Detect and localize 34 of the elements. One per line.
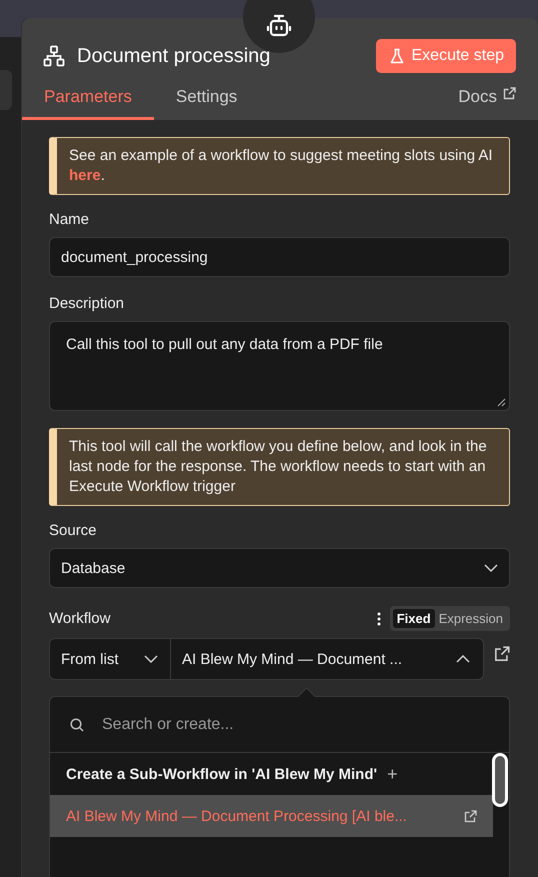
tab[interactable]: Parameters: [22, 83, 154, 120]
workflow-value: AI Blew My Mind — Document ...: [182, 650, 402, 668]
description-text: Call this tool to pull out any data from a PDF file: [66, 336, 383, 353]
chevron-down-icon: [144, 655, 158, 663]
field-label: Name: [49, 211, 90, 228]
field-label: Source: [49, 522, 98, 539]
mode-select-value: From list: [61, 650, 118, 668]
search-icon: [70, 718, 84, 732]
field-label: Workflow: [49, 610, 110, 627]
tab[interactable]: Settings: [154, 83, 260, 120]
external-link-icon: [503, 87, 516, 100]
example-link[interactable]: here: [69, 167, 101, 184]
hierarchy-icon: [43, 45, 65, 67]
chevron-down-icon: [484, 564, 498, 572]
field-label: Description: [49, 295, 126, 312]
external-link-icon[interactable]: [494, 646, 510, 662]
select-value: Database: [61, 560, 126, 576]
panel-title: Document processing: [77, 44, 270, 68]
scrollbar-thumb[interactable]: [492, 753, 508, 807]
description-text-area[interactable]: Call this tool to pull out any data from a PDF file: [49, 321, 510, 411]
mode-option[interactable]: Expression: [434, 609, 507, 628]
mode-option[interactable]: Fixed: [392, 609, 435, 628]
docs-link[interactable]: Docs: [458, 87, 516, 120]
create-sub-workflow-item[interactable]: Create a Sub-Workflow in 'AI Blew My Mind' +: [50, 753, 493, 795]
search-input-field[interactable]: Search or create...: [100, 714, 489, 734]
workflow-select[interactable]: From list AI Blew My Mind — Document ...: [49, 638, 484, 680]
name-input-field[interactable]: document_processing: [49, 237, 510, 277]
external-link-icon: [464, 810, 477, 822]
resize-grip-icon: [497, 398, 506, 407]
notice-text: This tool will call the workflow you define below, and look in the last node for the response. The workflow needs to start with an Execute Workflow trigger: [69, 437, 488, 497]
notice-text: See an example of a workflow to suggest meeting slots using AI here.: [69, 146, 494, 186]
more-options-icon[interactable]: [376, 612, 381, 626]
source-select[interactable]: Database: [49, 548, 510, 588]
flask-icon: [390, 48, 404, 64]
